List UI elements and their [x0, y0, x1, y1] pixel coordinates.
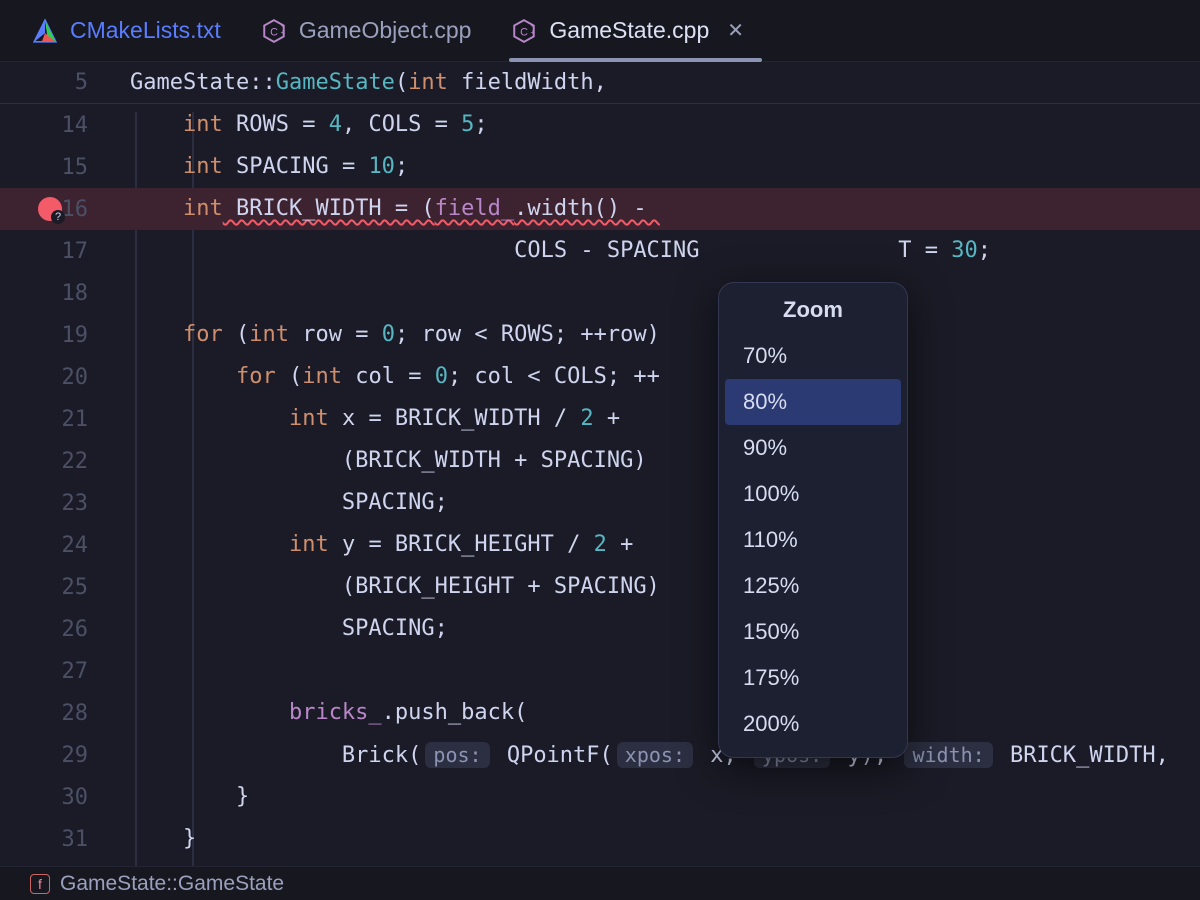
code-line: int SPACING = 10;: [130, 146, 1200, 188]
zoom-title: Zoom: [719, 297, 907, 323]
code-line: SPACING;: [130, 608, 1200, 650]
code-line: SPACING;: [130, 482, 1200, 524]
line-number: 17: [0, 239, 130, 264]
tab-label: GameState.cpp: [549, 17, 709, 44]
inlay-hint: pos:: [425, 742, 489, 768]
zoom-option-150[interactable]: 150%: [719, 609, 907, 655]
code-line: GameState::GameState(int fieldWidth,: [130, 58, 1200, 108]
cmake-icon: [32, 18, 58, 44]
line-number: 27: [0, 659, 130, 684]
line-number: 25: [0, 575, 130, 600]
code-line: COLS - SPACING T = 30;: [130, 230, 1200, 272]
code-line: for (int col = 0; col < COLS; ++: [130, 356, 1200, 398]
code-line: Brick(pos: QPointF(xpos: x, ypos: y), wi…: [130, 734, 1200, 777]
code-row[interactable]: 28 bricks_.push_back(: [0, 692, 1200, 734]
code-row[interactable]: 14 int ROWS = 4, COLS = 5;: [0, 104, 1200, 146]
line-number: 20: [0, 365, 130, 390]
svg-text:+: +: [531, 27, 536, 36]
tab-gameobject[interactable]: C++ GameObject.cpp: [249, 0, 500, 61]
code-row[interactable]: 20 for (int col = 0; col < COLS; ++: [0, 356, 1200, 398]
zoom-option-100[interactable]: 100%: [719, 471, 907, 517]
code-line: bricks_.push_back(: [130, 692, 1200, 734]
line-number: 24: [0, 533, 130, 558]
zoom-option-200[interactable]: 200%: [719, 701, 907, 747]
line-number: 28: [0, 701, 130, 726]
code-line: int BRICK_WIDTH = (field_.width() -: [130, 188, 1200, 230]
svg-text:C: C: [521, 26, 529, 38]
cpp-file-icon: C++: [261, 18, 287, 44]
sticky-scope-header[interactable]: 5 GameState::GameState(int fieldWidth,: [0, 62, 1200, 104]
line-number: 19: [0, 323, 130, 348]
line-number: 23: [0, 491, 130, 516]
tab-gamestate[interactable]: C++ GameState.cpp ✕: [499, 0, 772, 61]
code-area: 14 int ROWS = 4, COLS = 5; 15 int SPACIN…: [0, 104, 1200, 860]
line-number: 22: [0, 449, 130, 474]
code-row[interactable]: 15 int SPACING = 10;: [0, 146, 1200, 188]
line-number: 5: [0, 70, 130, 95]
function-icon: f: [30, 874, 50, 894]
error-bulb-icon[interactable]: [38, 197, 62, 221]
breadcrumb[interactable]: f GameState::GameState: [0, 866, 1200, 900]
code-row[interactable]: 17 COLS - SPACING T = 30;: [0, 230, 1200, 272]
line-number: 31: [0, 827, 130, 852]
zoom-option-90[interactable]: 90%: [719, 425, 907, 471]
code-row[interactable]: 31 }: [0, 818, 1200, 860]
code-line: }: [130, 818, 1200, 860]
line-number: 18: [0, 281, 130, 306]
code-row[interactable]: 25 (BRICK_HEIGHT + SPACING): [0, 566, 1200, 608]
line-number: 29: [0, 743, 130, 768]
tab-label: CMakeLists.txt: [70, 17, 221, 44]
code-row[interactable]: 18: [0, 272, 1200, 314]
line-number: 15: [0, 155, 130, 180]
zoom-option-125[interactable]: 125%: [719, 563, 907, 609]
svg-text:C: C: [270, 26, 278, 38]
tab-cmakelists[interactable]: CMakeLists.txt: [20, 0, 249, 61]
code-line: int y = BRICK_HEIGHT / 2 +: [130, 524, 1200, 566]
code-editor[interactable]: 5 GameState::GameState(int fieldWidth, 1…: [0, 62, 1200, 866]
code-row[interactable]: 30 }: [0, 776, 1200, 818]
code-row[interactable]: 22 (BRICK_WIDTH + SPACING): [0, 440, 1200, 482]
code-row[interactable]: 19 for (int row = 0; row < ROWS; ++row): [0, 314, 1200, 356]
code-line: (BRICK_HEIGHT + SPACING): [130, 566, 1200, 608]
zoom-option-110[interactable]: 110%: [719, 517, 907, 563]
line-number: 21: [0, 407, 130, 432]
line-number: 30: [0, 785, 130, 810]
code-row[interactable]: 23 SPACING;: [0, 482, 1200, 524]
line-number: 26: [0, 617, 130, 642]
line-number: 16: [0, 197, 130, 222]
tab-bar: CMakeLists.txt C++ GameObject.cpp C++ Ga…: [0, 0, 1200, 62]
inlay-hint: xpos:: [617, 742, 693, 768]
code-line: for (int row = 0; row < ROWS; ++row): [130, 314, 1200, 356]
code-row[interactable]: 21 int x = BRICK_WIDTH / 2 +: [0, 398, 1200, 440]
line-number: 14: [0, 113, 130, 138]
svg-text:+: +: [280, 27, 285, 36]
code-row-error[interactable]: 16 int BRICK_WIDTH = (field_.width() -: [0, 188, 1200, 230]
cpp-file-icon: C++: [511, 18, 537, 44]
code-row[interactable]: 29 Brick(pos: QPointF(xpos: x, ypos: y),…: [0, 734, 1200, 776]
breadcrumb-text: GameState::GameState: [60, 872, 284, 896]
inlay-hint: width:: [904, 742, 992, 768]
close-icon[interactable]: ✕: [727, 18, 744, 43]
tab-label: GameObject.cpp: [299, 17, 472, 44]
code-line: int ROWS = 4, COLS = 5;: [130, 104, 1200, 146]
code-line: int x = BRICK_WIDTH / 2 +: [130, 398, 1200, 440]
code-row[interactable]: 26 SPACING;: [0, 608, 1200, 650]
code-row[interactable]: 24 int y = BRICK_HEIGHT / 2 +: [0, 524, 1200, 566]
zoom-option-175[interactable]: 175%: [719, 655, 907, 701]
zoom-popup: Zoom 70% 80% 90% 100% 110% 125% 150% 175…: [718, 282, 908, 758]
code-row[interactable]: 27: [0, 650, 1200, 692]
zoom-option-80[interactable]: 80%: [725, 379, 901, 425]
code-line: (BRICK_WIDTH + SPACING): [130, 440, 1200, 482]
code-line: }: [130, 776, 1200, 818]
zoom-option-70[interactable]: 70%: [719, 333, 907, 379]
